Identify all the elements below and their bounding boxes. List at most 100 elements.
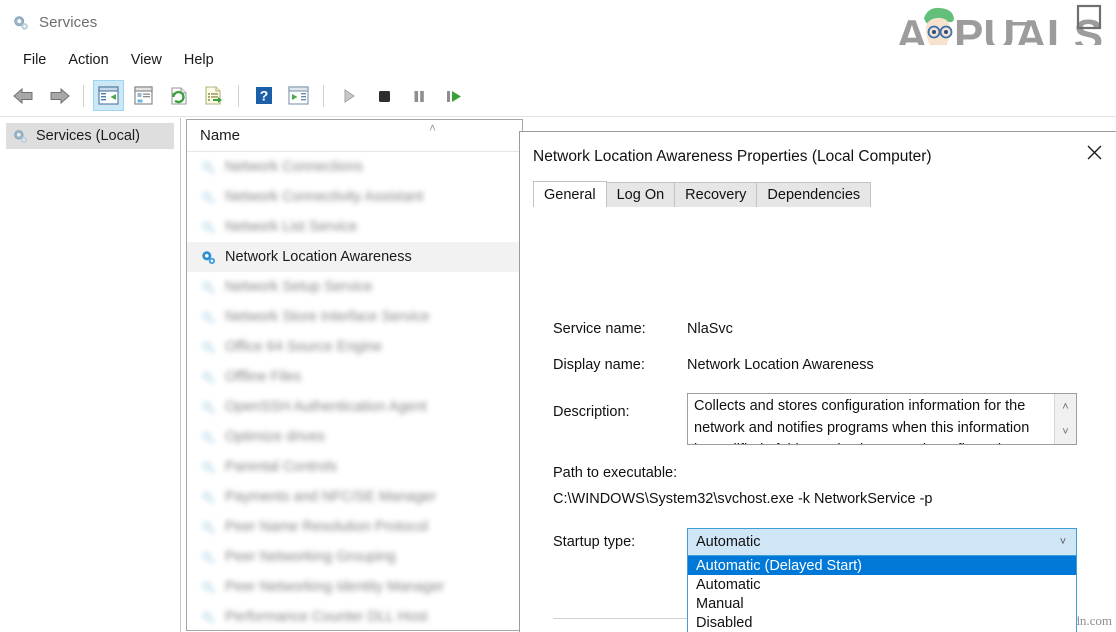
service-list-item[interactable]: Peer Networking Identity Manager — [187, 572, 522, 602]
menu-item-file[interactable]: File — [12, 49, 57, 71]
close-icon[interactable] — [1072, 132, 1116, 172]
title-bar: Services — [0, 0, 1116, 45]
chevron-down-icon[interactable]: ˅ — [1050, 536, 1076, 548]
startup-type-options-list[interactable]: Automatic (Delayed Start)AutomaticManual… — [687, 556, 1077, 632]
service-name-value: NlaSvc — [687, 321, 733, 337]
service-gear-icon — [200, 399, 217, 416]
tab-dependencies[interactable]: Dependencies — [756, 182, 871, 207]
description-label: Description: — [553, 404, 630, 420]
service-list-item[interactable]: Peer Name Resolution Protocol — [187, 512, 522, 542]
properties-icon[interactable] — [128, 80, 159, 111]
menu-item-view[interactable]: View — [120, 49, 173, 71]
service-list-item[interactable]: Network Setup Service — [187, 272, 522, 302]
dialog-title: Network Location Awareness Properties (L… — [520, 148, 932, 166]
service-gear-icon — [200, 219, 217, 236]
show-hide-console-tree-icon[interactable] — [93, 80, 124, 111]
back-arrow-icon[interactable] — [8, 80, 39, 111]
service-gear-icon — [200, 309, 217, 326]
service-list-item[interactable]: Performance Counter DLL Host — [187, 602, 522, 631]
startup-type-label: Startup type: — [553, 534, 635, 550]
tab-log-on[interactable]: Log On — [606, 182, 676, 207]
service-list-item-label: OpenSSH Authentication Agent — [225, 399, 427, 415]
description-value: Collects and stores configuration inform… — [688, 394, 1040, 445]
service-list-item[interactable]: Optimize drives — [187, 422, 522, 452]
service-gear-icon — [200, 459, 217, 476]
service-gear-icon — [200, 369, 217, 386]
service-gear-icon — [200, 489, 217, 506]
dialog-title-bar: Network Location Awareness Properties (L… — [520, 132, 1116, 181]
service-list-item-label: Parental Controls — [225, 459, 337, 475]
console-tree-pane: Services (Local) — [0, 118, 181, 632]
dialog-tabs: General Log On Recovery Dependencies — [520, 181, 1116, 207]
toolbar-separator — [323, 85, 324, 107]
service-list-item[interactable]: Offline Files — [187, 362, 522, 392]
service-list-item[interactable]: Network Connections — [187, 152, 522, 182]
help-icon[interactable]: ? — [248, 80, 279, 111]
service-list-item-label: Peer Name Resolution Protocol — [225, 519, 428, 535]
startup-type-option[interactable]: Manual — [688, 594, 1076, 613]
export-list-icon[interactable] — [198, 80, 229, 111]
service-gear-icon — [200, 189, 217, 206]
refresh-icon[interactable] — [163, 80, 194, 111]
description-scrollbar[interactable]: ˄ ˅ — [1054, 394, 1076, 444]
tab-recovery[interactable]: Recovery — [674, 182, 757, 207]
service-name-label: Service name: — [553, 321, 646, 337]
sidebar-item-services-local[interactable]: Services (Local) — [6, 123, 174, 149]
service-list-item[interactable]: Parental Controls — [187, 452, 522, 482]
dialog-general-tab-panel: Service name: NlaSvc Display name: Netwo… — [520, 207, 1116, 632]
service-gear-icon — [200, 249, 217, 266]
restart-service-icon[interactable] — [438, 80, 469, 111]
pause-service-icon[interactable] — [403, 80, 434, 111]
description-field[interactable]: Collects and stores configuration inform… — [687, 393, 1077, 445]
service-list-item[interactable]: Peer Networking Grouping — [187, 542, 522, 572]
service-list-item[interactable]: Network Connectivity Assistant — [187, 182, 522, 212]
scroll-down-icon[interactable]: ˅ — [1055, 419, 1076, 444]
start-service-icon[interactable] — [333, 80, 364, 111]
path-to-executable-label: Path to executable: — [553, 465, 677, 481]
toolbar: ? — [0, 75, 1116, 117]
column-header-name[interactable]: Name — [187, 127, 240, 144]
startup-type-option[interactable]: Automatic (Delayed Start) — [688, 556, 1076, 575]
service-list-item[interactable]: Network Location Awareness — [187, 242, 522, 272]
service-gear-icon — [200, 609, 217, 626]
service-list-item[interactable]: Network Store Interface Service — [187, 302, 522, 332]
service-gear-icon — [200, 159, 217, 176]
stop-service-icon[interactable] — [368, 80, 399, 111]
tab-general[interactable]: General — [533, 181, 607, 207]
service-list-item-label: Network Store Interface Service — [225, 309, 430, 325]
startup-type-select[interactable]: Automatic ˅ — [687, 528, 1077, 556]
menu-bar: File Action View Help — [0, 45, 1116, 75]
sidebar-item-label: Services (Local) — [36, 128, 140, 144]
svg-text:?: ? — [259, 87, 268, 103]
startup-type-option[interactable]: Automatic — [688, 575, 1076, 594]
forward-arrow-icon[interactable] — [43, 80, 74, 111]
services-gear-icon — [12, 14, 30, 32]
show-action-pane-icon[interactable] — [283, 80, 314, 111]
service-gear-icon — [200, 519, 217, 536]
menu-item-action[interactable]: Action — [57, 49, 119, 71]
service-list-item[interactable]: Network List Service — [187, 212, 522, 242]
sort-ascending-icon: ˄ — [429, 121, 436, 135]
service-list-item[interactable]: Office 64 Source Engine — [187, 332, 522, 362]
service-list-item-label: Peer Networking Identity Manager — [225, 579, 444, 595]
menu-item-help[interactable]: Help — [173, 49, 225, 71]
path-to-executable-value: C:\WINDOWS\System32\svchost.exe -k Netwo… — [553, 491, 933, 507]
service-list-item-label: Office 64 Source Engine — [225, 339, 382, 355]
startup-type-option[interactable]: Disabled — [688, 613, 1076, 632]
service-list-item-label: Network Setup Service — [225, 279, 372, 295]
service-list-item[interactable]: Payments and NFC/SE Manager — [187, 482, 522, 512]
service-list-item[interactable]: OpenSSH Authentication Agent — [187, 392, 522, 422]
startup-type-selected-value: Automatic — [688, 534, 1050, 550]
service-properties-dialog: Network Location Awareness Properties (L… — [519, 131, 1116, 632]
list-column-header[interactable]: Name ˄ — [187, 120, 522, 152]
service-list-item-label: Network Location Awareness — [225, 249, 412, 265]
scroll-up-icon[interactable]: ˄ — [1055, 394, 1076, 419]
service-gear-icon — [200, 279, 217, 296]
display-name-label: Display name: — [553, 357, 645, 373]
service-list-item-label: Peer Networking Grouping — [225, 549, 396, 565]
service-gear-icon — [200, 339, 217, 356]
service-list-item-label: Network Connectivity Assistant — [225, 189, 423, 205]
service-gear-icon — [200, 579, 217, 596]
service-gear-icon — [200, 429, 217, 446]
services-gear-icon — [12, 128, 29, 145]
